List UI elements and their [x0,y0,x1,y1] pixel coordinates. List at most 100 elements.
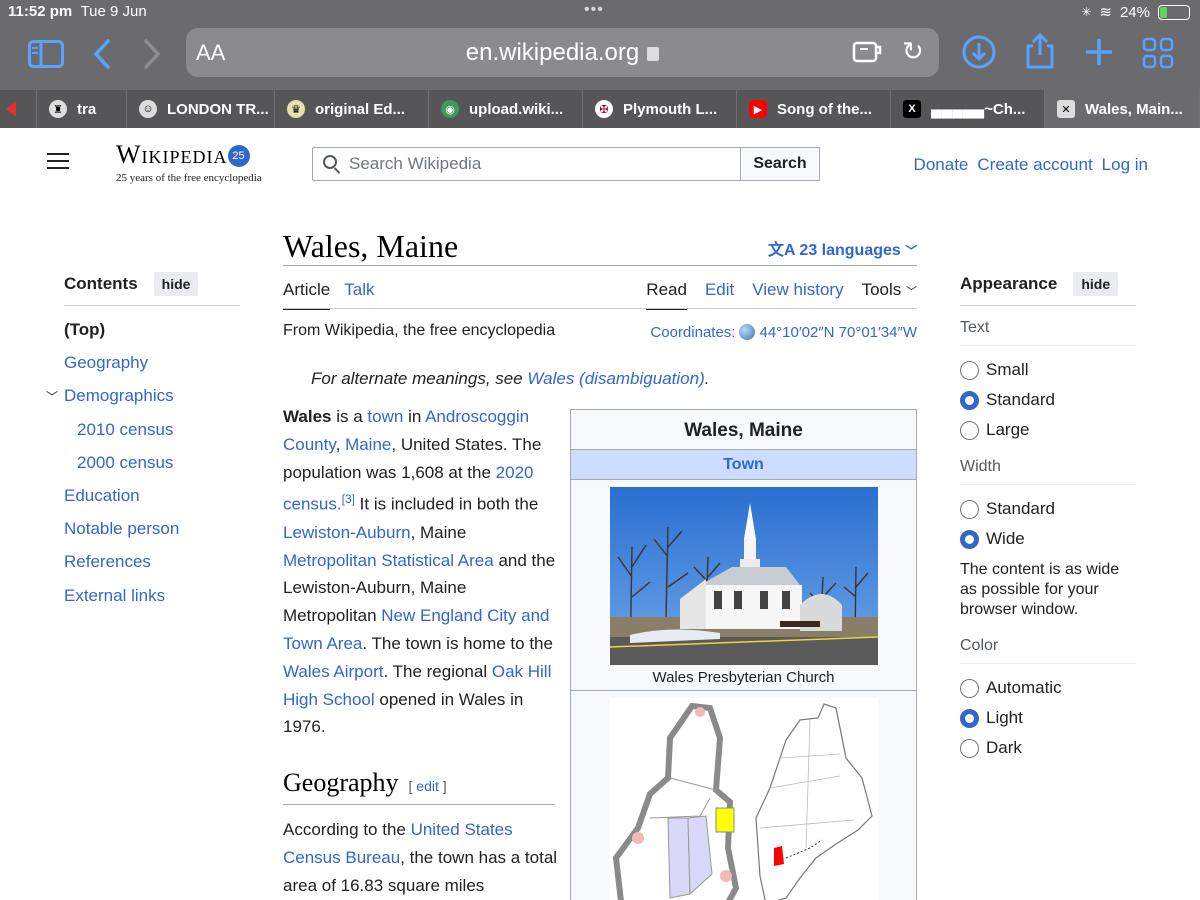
tab-item[interactable]: X ▄▄▄▄▄~Ch... [891,90,1045,128]
language-selector[interactable]: 文A 23 languages ﹀ [768,236,917,260]
address-bar[interactable]: AA en.wikipedia.org ↻ [186,28,939,77]
tab-edit[interactable]: Edit [705,280,734,310]
tab-partial[interactable] [0,90,37,128]
text-option-large[interactable]: Large [960,415,1136,445]
radio-button[interactable] [960,738,979,758]
create-account-link[interactable]: Create account [977,155,1092,175]
article-text: . The town is home to the [362,634,553,654]
article-link[interactable]: Metropolitan Statistical Area [283,551,494,570]
toc-item-references[interactable]: References [64,550,240,583]
geography-paragraph: According to the United States Census Bu… [283,816,563,899]
user-links: Donate Create account Log in [914,155,1148,175]
radio-label: Wide [986,529,1025,548]
article-link[interactable]: Lewiston-Auburn [283,523,411,542]
tab-read[interactable]: Read [646,280,687,310]
search-box[interactable] [312,147,742,181]
translate-page-icon[interactable] [852,38,884,73]
article-link[interactable]: Maine [345,435,391,454]
locator-map[interactable] [610,698,878,900]
translate-icon: 文A [768,242,795,259]
infobox-subtitle[interactable]: Town [571,449,916,480]
new-tab-icon[interactable] [1084,37,1114,73]
section-edit-link[interactable]: [ edit ] [409,778,447,794]
infobox: Wales, Maine Town Wales Presbyterian Chu… [570,409,917,900]
tabs-divider [283,308,917,309]
tab-item-active[interactable]: ✕ Wales, Main... [1045,90,1200,128]
color-option-automatic[interactable]: Automatic [960,673,1136,703]
download-icon[interactable] [962,35,996,75]
toc-hide-button[interactable]: hide [153,272,199,296]
tab-talk[interactable]: Talk [344,280,374,310]
coordinates-value[interactable]: 44°10′02″N 70°01′34″W [759,324,917,341]
tab-item[interactable]: ☺ LONDON TR... [127,90,275,128]
forward-icon[interactable] [142,38,162,76]
wikimedia-icon: ◉ [441,100,459,118]
article-link[interactable]: [3] [342,492,355,506]
multitasking-dots-icon[interactable]: ••• [584,1,604,19]
article-text: Wales [283,407,332,426]
toc-item-education[interactable]: Education [64,484,240,517]
status-time: 11:52 pm Tue 9 Jun [8,3,147,20]
toc-item-demographics[interactable]: ﹀ Demographics [46,384,240,417]
disambiguation-link[interactable]: Wales (disambiguation) [527,369,704,388]
toc-item-2010-census[interactable]: 2010 census [64,418,240,451]
share-icon[interactable] [1024,32,1056,76]
tab-item[interactable]: ▶ Song of the... [737,90,891,128]
main-menu-icon[interactable] [47,153,69,174]
crest-icon: ♛ [287,100,305,118]
article-text: It is included in both the [354,495,539,515]
tab-view-history[interactable]: View history [752,280,843,310]
toc-item-2000-census[interactable]: 2000 census [64,451,240,484]
toc-item-external-links[interactable]: External links [64,584,240,617]
width-label: Width [960,445,1136,485]
sidebar-toggle-icon[interactable] [28,40,64,74]
tab-item[interactable]: ♛ original Ed... [275,90,429,128]
radio-button[interactable] [960,390,979,410]
lead-paragraph: Wales is a town in Androscoggin County, … [283,403,563,741]
tab-item[interactable]: ✠ Plymouth L... [583,90,737,128]
donate-link[interactable]: Donate [914,155,969,175]
radio-button[interactable] [960,529,979,549]
url-text[interactable]: en.wikipedia.org [466,39,639,66]
church-photo[interactable] [609,487,879,666]
radio-button[interactable] [960,678,979,698]
radio-button[interactable] [960,360,979,380]
toc-item-notable-person[interactable]: Notable person [64,517,240,550]
appearance-hide-button[interactable]: hide [1073,272,1119,296]
color-option-dark[interactable]: Dark [960,733,1136,763]
lock-icon [647,47,660,61]
anniversary-badge-icon: 25 [227,145,250,167]
signal-icon: ✳ [1081,5,1092,19]
tab-overview-icon[interactable] [1142,37,1174,75]
width-description: The content is as wide as possible for y… [960,561,1120,618]
text-option-standard[interactable]: Standard [960,385,1136,415]
coordinates[interactable]: Coordinates: 44°10′02″N 70°01′34″W [650,324,917,341]
login-link[interactable]: Log in [1102,155,1148,175]
text-option-small[interactable]: Small [960,355,1136,385]
globe-icon[interactable] [739,324,756,340]
chevron-down-icon[interactable]: ﹀ [46,386,58,409]
tab-item[interactable]: ◉ upload.wiki... [429,90,583,128]
close-tab-icon[interactable]: ✕ [1057,100,1075,118]
toc-item-top[interactable]: (Top) [64,318,240,351]
youtube-icon: ▶ [749,100,767,118]
article-link[interactable]: Wales Airport [283,662,383,681]
wikipedia-logo[interactable]: Wikipedia 25 25 years of the free encyclo… [116,140,262,184]
radio-button[interactable] [960,708,979,728]
back-icon[interactable] [92,38,112,76]
tools-menu[interactable]: Tools ﹀ [862,280,917,310]
tab-item[interactable]: ♜ tra [37,90,127,128]
radio-button[interactable] [960,499,979,519]
radio-button[interactable] [960,420,979,440]
article-link[interactable]: town [367,407,403,426]
color-option-light[interactable]: Light [960,703,1136,733]
infobox-title: Wales, Maine [684,420,803,441]
width-option-wide[interactable]: Wide [960,524,1136,554]
tab-strip: ♜ tra ☺ LONDON TR... ♛ original Ed... ◉ uplo… [0,90,1200,128]
tab-article[interactable]: Article [283,280,331,310]
search-button[interactable]: Search [740,147,820,181]
reload-icon[interactable]: ↻ [902,36,924,67]
toc-item-geography[interactable]: Geography [64,351,240,384]
width-option-standard[interactable]: Standard [960,494,1136,524]
search-input[interactable] [349,154,729,174]
